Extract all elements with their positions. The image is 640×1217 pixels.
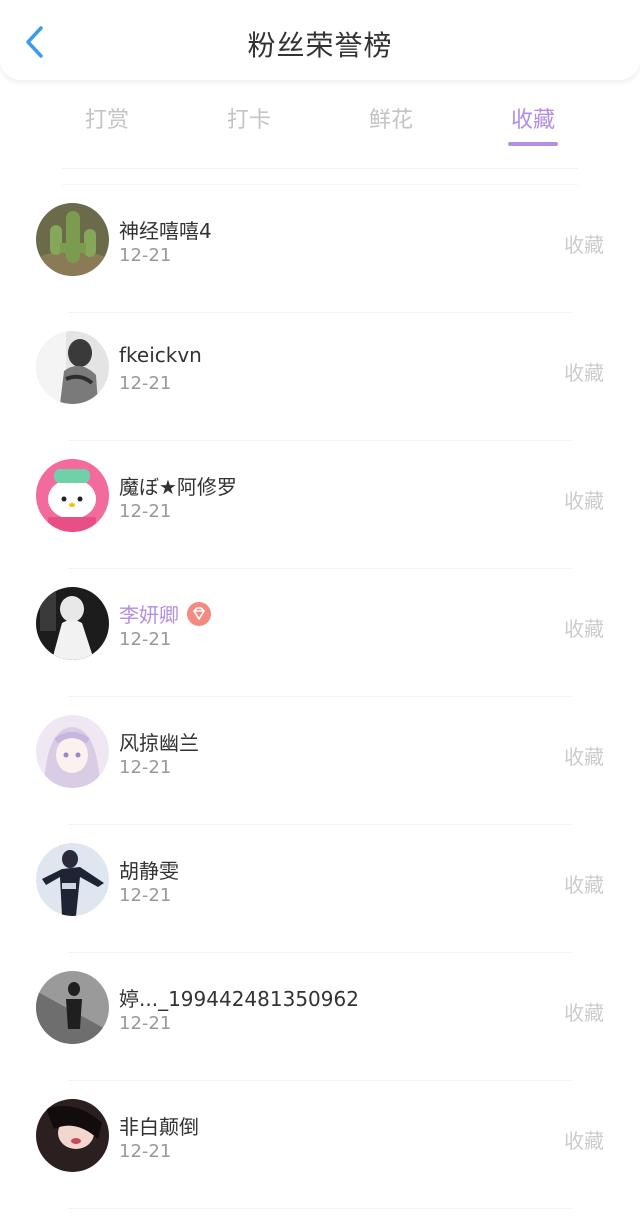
list-item[interactable]: 胡静雯 12-21 收藏 xyxy=(0,825,640,953)
list-item[interactable]: 非白颠倒 12-21 收藏 xyxy=(0,1081,640,1209)
avatar[interactable] xyxy=(36,843,109,916)
avatar[interactable] xyxy=(36,587,109,660)
fan-date: 12-21 xyxy=(119,757,172,778)
action-label: 收藏 xyxy=(564,617,604,641)
fan-name: 风掠幽兰 xyxy=(119,731,199,755)
fan-date: 12-21 xyxy=(119,629,172,650)
action-label: 收藏 xyxy=(564,1129,604,1153)
page-title: 粉丝荣誉榜 xyxy=(247,29,393,62)
fan-list: 神经嘻嘻4 12-21 收藏 fkeickvn 12-21 收藏 魔ぼ★阿修罗 … xyxy=(0,185,640,1209)
fan-name: 婷..._199442481350962 xyxy=(119,987,359,1011)
avatar[interactable] xyxy=(36,459,109,532)
action-label: 收藏 xyxy=(564,745,604,769)
tab-label: 鲜花 xyxy=(368,108,413,133)
fan-date: 12-21 xyxy=(119,1141,172,1162)
list-item[interactable]: 魔ぼ★阿修罗 12-21 收藏 xyxy=(0,441,640,569)
list-item[interactable]: 风掠幽兰 12-21 收藏 xyxy=(0,697,640,825)
fan-date: 12-21 xyxy=(119,501,172,522)
fan-name: 胡静雯 xyxy=(119,859,179,883)
header-bar: 粉丝荣誉榜 xyxy=(0,0,640,80)
tab-label: 打赏 xyxy=(84,108,129,133)
tab-bar: 打赏 打卡 鲜花 收藏 xyxy=(0,80,640,168)
fan-date: 12-21 xyxy=(119,1013,172,1034)
list-item[interactable]: 李妍卿 12-21 收藏 xyxy=(0,569,640,697)
avatar[interactable] xyxy=(36,715,109,788)
list-item[interactable]: 婷..._199442481350962 12-21 收藏 xyxy=(0,953,640,1081)
fan-name: fkeickvn xyxy=(119,343,202,367)
action-label: 收藏 xyxy=(564,361,604,385)
action-label: 收藏 xyxy=(564,1001,604,1025)
tab-flowers[interactable]: 鲜花 xyxy=(336,102,446,152)
avatar[interactable] xyxy=(36,331,109,404)
avatar[interactable] xyxy=(36,203,109,276)
action-label: 收藏 xyxy=(564,233,604,257)
fan-honor-page: 粉丝荣誉榜 打赏 打卡 鲜花 收藏 神经嘻嘻4 12-21 收藏 fkeickv… xyxy=(0,0,640,1217)
tab-checkin[interactable]: 打卡 xyxy=(194,102,304,152)
active-tab-indicator xyxy=(508,142,558,146)
fan-name: 神经嘻嘻4 xyxy=(119,219,212,243)
action-label: 收藏 xyxy=(564,489,604,513)
fan-name: 魔ぼ★阿修罗 xyxy=(119,475,237,499)
fan-date: 12-21 xyxy=(119,245,172,266)
tab-label: 收藏 xyxy=(510,108,555,133)
fan-name: 非白颠倒 xyxy=(119,1115,199,1139)
tab-reward[interactable]: 打赏 xyxy=(52,102,162,152)
diamond-icon xyxy=(187,602,211,626)
action-label: 收藏 xyxy=(564,873,604,897)
avatar[interactable] xyxy=(36,971,109,1044)
list-item[interactable]: 神经嘻嘻4 12-21 收藏 xyxy=(0,185,640,313)
fan-name-text: 李妍卿 xyxy=(119,603,179,627)
divider xyxy=(68,1208,572,1209)
divider xyxy=(62,168,578,169)
fan-date: 12-21 xyxy=(119,373,172,394)
tab-favorites[interactable]: 收藏 xyxy=(478,102,588,152)
fan-name: 李妍卿 xyxy=(119,599,211,628)
fan-date: 12-21 xyxy=(119,885,172,906)
avatar[interactable] xyxy=(36,1099,109,1172)
tab-label: 打卡 xyxy=(226,108,271,133)
list-item[interactable]: fkeickvn 12-21 收藏 xyxy=(0,313,640,441)
